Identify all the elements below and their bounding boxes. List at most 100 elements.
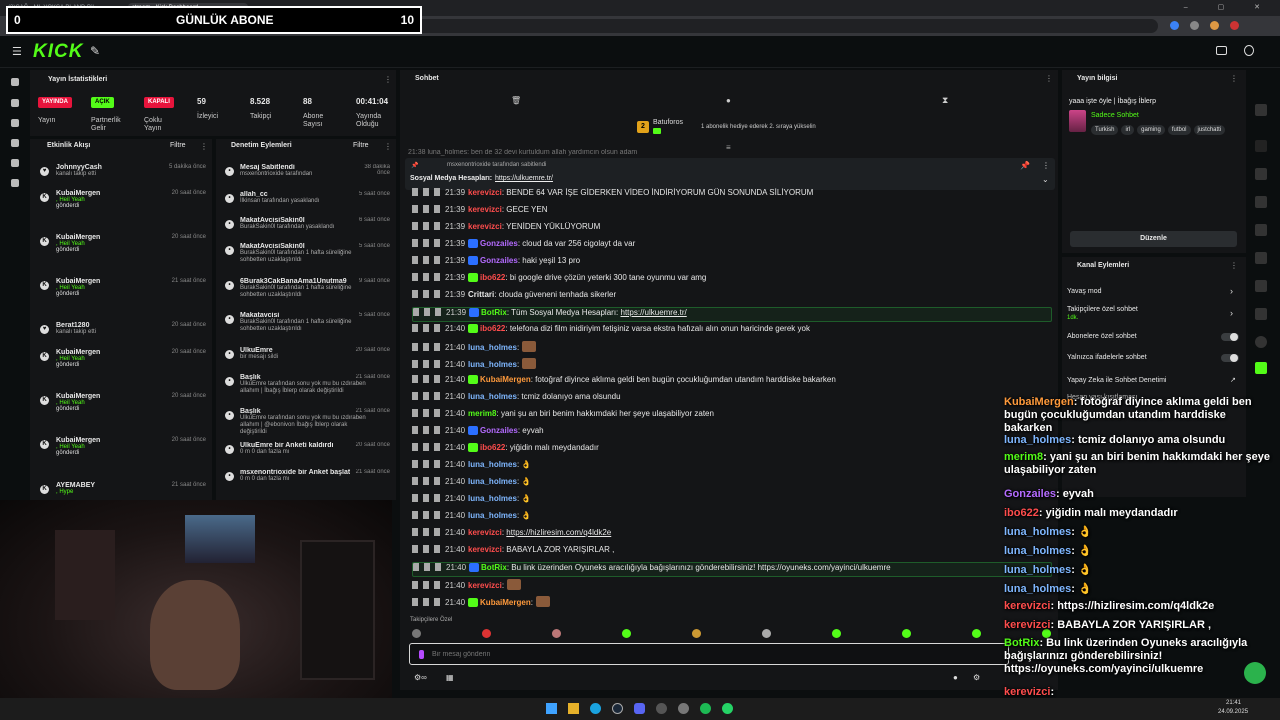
chat-username[interactable]: luna_holmes bbox=[468, 360, 517, 369]
app-icon[interactable] bbox=[678, 703, 689, 714]
chat-message[interactable]: 21:40 luna_holmes: 👌 bbox=[412, 477, 1052, 492]
more-icon[interactable]: ⋮ bbox=[384, 75, 392, 84]
ban-icon[interactable] bbox=[434, 409, 440, 417]
timeout-icon[interactable] bbox=[423, 290, 429, 298]
timeout-icon[interactable] bbox=[423, 392, 429, 400]
ban-icon[interactable] bbox=[434, 528, 440, 536]
delete-icon[interactable] bbox=[412, 545, 418, 553]
ban-icon[interactable] bbox=[434, 581, 440, 589]
ban-icon[interactable] bbox=[434, 426, 440, 434]
external-link-icon[interactable]: ↗ bbox=[1230, 376, 1236, 384]
timeout-icon[interactable] bbox=[423, 222, 429, 230]
chat-username[interactable]: kerevizci bbox=[468, 188, 502, 197]
timeout-icon[interactable] bbox=[423, 460, 429, 468]
unpin-icon[interactable]: 📌 bbox=[1020, 161, 1030, 170]
tools-icon[interactable]: ✎ bbox=[90, 44, 100, 58]
timeout-icon[interactable] bbox=[423, 324, 429, 332]
delete-icon[interactable] bbox=[412, 375, 418, 383]
nav-live-icon[interactable] bbox=[11, 78, 19, 86]
timeout-icon[interactable] bbox=[424, 308, 430, 316]
chat-message[interactable]: 21:39 Crittari: clouda güveneni tenhada s… bbox=[412, 290, 1052, 305]
delete-icon[interactable] bbox=[412, 273, 418, 281]
chat-message[interactable]: 21:39 Gonzailes: cloud da var 256 cigolay… bbox=[412, 239, 1052, 254]
chat-username[interactable]: kerevizci bbox=[468, 545, 502, 554]
nav-users-icon[interactable] bbox=[11, 159, 19, 167]
chat-message[interactable]: 21:40 Gonzailes: eyvah bbox=[412, 426, 1052, 441]
profile-icon[interactable] bbox=[1244, 45, 1254, 56]
whatsapp-icon[interactable] bbox=[722, 703, 733, 714]
moderation-filter-button[interactable]: Filtre bbox=[353, 142, 369, 149]
extension-icon[interactable] bbox=[1190, 21, 1199, 30]
moderation-item[interactable]: 6Burak3CakBanaAma1Unutma9 BurakSakin0l ta… bbox=[240, 278, 390, 310]
chat-username[interactable]: luna_holmes bbox=[468, 392, 517, 401]
timeout-icon[interactable] bbox=[423, 343, 429, 351]
timeout-icon[interactable] bbox=[423, 360, 429, 368]
chevron-right-icon[interactable]: › bbox=[1230, 308, 1233, 318]
ban-icon[interactable] bbox=[434, 273, 440, 281]
start-icon[interactable] bbox=[546, 703, 557, 714]
chat-username[interactable]: luna_holmes bbox=[468, 511, 517, 520]
emote-icon[interactable] bbox=[692, 629, 701, 638]
emote-icon[interactable] bbox=[902, 629, 911, 638]
chat-message[interactable]: 21:40 BotRix: Bu link üzerinden Oyuneks a… bbox=[412, 562, 1052, 577]
delete-icon[interactable] bbox=[412, 256, 418, 264]
grid-icon[interactable] bbox=[1255, 252, 1267, 264]
chat-username[interactable]: Gonzailes bbox=[480, 239, 518, 248]
chat-tools-icon[interactable]: ⚙∞ bbox=[414, 673, 427, 682]
ban-icon[interactable] bbox=[434, 222, 440, 230]
activity-filter-button[interactable]: Filtre bbox=[170, 142, 186, 149]
delete-icon[interactable] bbox=[412, 477, 418, 485]
chat-message[interactable]: 21:40 luna_holmes: 👌 bbox=[412, 494, 1052, 509]
more-icon[interactable]: ⋮ bbox=[200, 142, 208, 151]
timeout-icon[interactable] bbox=[423, 375, 429, 383]
obs-icon[interactable] bbox=[656, 703, 667, 714]
chat-username[interactable]: luna_holmes bbox=[468, 477, 517, 486]
chat-message[interactable]: 21:40 luna_holmes: bbox=[412, 341, 1052, 356]
extension-icon[interactable] bbox=[1210, 21, 1219, 30]
chat-message[interactable]: 21:39 kerevizci: YENİDEN YÜKLÜYORUM bbox=[412, 222, 1052, 237]
ban-icon[interactable] bbox=[434, 477, 440, 485]
ban-icon[interactable] bbox=[434, 598, 440, 606]
calendar-icon[interactable]: ▦ bbox=[446, 673, 454, 682]
timeout-icon[interactable] bbox=[423, 205, 429, 213]
chat-message[interactable]: 21:40 KubaiMergen: bbox=[412, 596, 1052, 611]
ai-moderation-label[interactable]: Yapay Zeka ile Sohbet Denetimi bbox=[1067, 377, 1166, 384]
chat-message[interactable]: 21:40 luna_holmes: bbox=[412, 358, 1052, 373]
chat-message[interactable]: 21:40 luna_holmes: tcmiz dolanıyo ama ols… bbox=[412, 392, 1052, 407]
chat-link[interactable]: https://hizliresim.com/q4ldk2e bbox=[506, 528, 611, 537]
emote-icon[interactable] bbox=[762, 629, 771, 638]
delete-icon[interactable] bbox=[412, 188, 418, 196]
chat-message[interactable]: 21:40 kerevizci: https://hizliresim.com/q… bbox=[412, 528, 1052, 543]
delete-icon[interactable] bbox=[412, 392, 418, 400]
edge-icon[interactable] bbox=[590, 703, 601, 714]
moderation-item[interactable]: Başlık UlkuEmre tarafından sonu yok mu bu… bbox=[240, 408, 390, 440]
layout-icon[interactable] bbox=[1216, 46, 1227, 55]
delete-icon[interactable] bbox=[412, 443, 418, 451]
activity-item[interactable]: KubaiMergen, Heil Yeah gönderdi 20 saat ön… bbox=[56, 190, 206, 230]
timeout-icon[interactable] bbox=[423, 256, 429, 264]
delete-icon[interactable] bbox=[412, 528, 418, 536]
nav-settings-icon[interactable] bbox=[11, 179, 19, 187]
window-controls[interactable]: – ▢ ✕ bbox=[1184, 3, 1274, 11]
activity-item[interactable]: KubaiMergen, Heil Yeah gönderdi 21 saat ön… bbox=[56, 278, 206, 318]
kick-logo[interactable]: KICK bbox=[33, 41, 83, 63]
timeout-icon[interactable] bbox=[423, 273, 429, 281]
timeout-icon[interactable] bbox=[423, 409, 429, 417]
timeout-icon[interactable] bbox=[423, 239, 429, 247]
chat-username[interactable]: KubaiMergen bbox=[480, 598, 531, 607]
delete-icon[interactable] bbox=[412, 343, 418, 351]
more-icon[interactable]: ⋮ bbox=[384, 142, 392, 151]
ban-icon[interactable] bbox=[434, 392, 440, 400]
chat-icon[interactable] bbox=[1255, 224, 1267, 236]
ban-icon[interactable] bbox=[434, 343, 440, 351]
emote-icon[interactable] bbox=[622, 629, 631, 638]
nav-chat-icon[interactable] bbox=[11, 139, 19, 147]
delete-icon[interactable] bbox=[412, 290, 418, 298]
ban-icon[interactable] bbox=[434, 494, 440, 502]
chat-message[interactable]: 21:39 BotRix: Tüm Sosyal Medya Hesapları:… bbox=[412, 307, 1052, 322]
chat-link[interactable]: https://ulkuemre.tr/ bbox=[621, 308, 687, 317]
chat-username[interactable]: kerevizci bbox=[468, 581, 502, 590]
ban-icon[interactable] bbox=[434, 256, 440, 264]
chat-message[interactable]: 21:40 luna_holmes: 👌 bbox=[412, 511, 1052, 526]
ban-icon[interactable] bbox=[434, 443, 440, 451]
